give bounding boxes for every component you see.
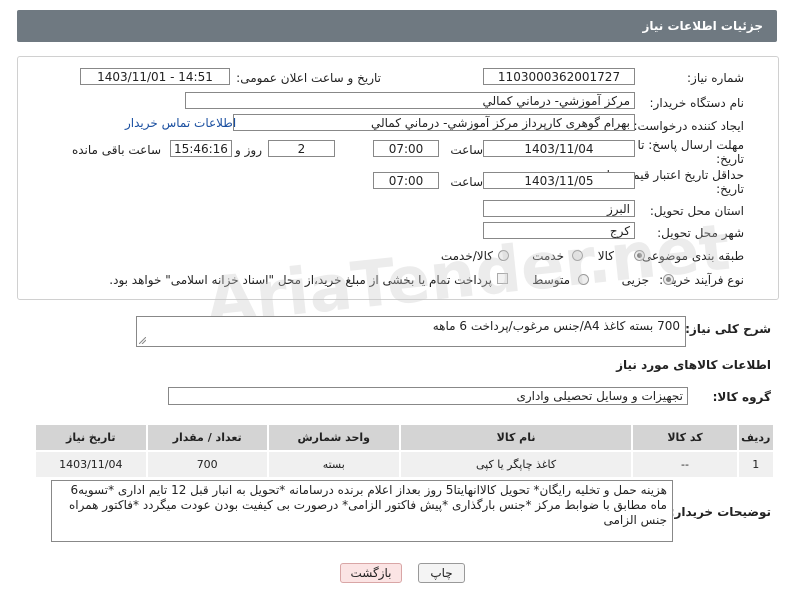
category-option-service: خدمت — [532, 249, 564, 263]
buyer-org-field: مرکز آموزشي- درماني کمالي — [185, 92, 635, 109]
announce-datetime-field: 1403/11/01 - 14:51 — [80, 68, 230, 85]
buyer-notes-textarea: هزینه حمل و تخلیه رایگان* تحویل کالاانها… — [51, 480, 673, 542]
col-goods-name: نام کالا — [398, 423, 634, 452]
reply-deadline-days-field: 2 — [268, 140, 335, 157]
requester-label: ایجاد کننده درخواست: — [633, 119, 744, 133]
category-option-goods: کالا — [597, 249, 614, 263]
treasury-payment-checkbox[interactable] — [497, 273, 508, 284]
province-label: استان محل تحویل: — [649, 204, 744, 218]
cell-row-number: 1 — [736, 450, 776, 479]
col-quantity: تعداد / مقدار — [145, 423, 269, 452]
col-row-number: ردیف — [736, 423, 776, 452]
description-text: 700 بسته کاغذ A4/جنس مرغوب/پرداخت 6 ماهه — [432, 319, 680, 333]
print-button[interactable]: چاپ — [418, 563, 465, 583]
reply-deadline-time-label: ساعت — [450, 143, 483, 157]
remaining-time-field: 15:46:16 — [170, 140, 232, 157]
buyer-org-label: نام دستگاه خریدار: — [649, 96, 745, 110]
category-radio-service[interactable] — [572, 250, 583, 261]
cell-need-date: 1403/11/04 — [34, 450, 148, 479]
buyer-contact-link[interactable]: اطلاعات تماس خریدار — [125, 116, 236, 130]
table-row: 1 -- کاغذ چاپگر یا کپی بسته 700 1403/11/… — [34, 450, 776, 479]
description-textarea: 700 بسته کاغذ A4/جنس مرغوب/پرداخت 6 ماهه — [136, 316, 686, 347]
reply-deadline-days-label: روز و — [235, 143, 262, 157]
process-radio-minor[interactable] — [663, 274, 674, 285]
province-field: البرز — [483, 200, 635, 217]
city-label: شهر محل تحویل: — [657, 226, 744, 240]
price-validity-time-label: ساعت — [450, 175, 483, 189]
price-validity-label-2: تاریخ: — [716, 182, 744, 196]
col-need-date: تاریخ نیاز — [34, 423, 148, 452]
price-validity-time-field: 07:00 — [373, 172, 439, 189]
category-radio-goods-service[interactable] — [498, 250, 509, 261]
goods-group-field: تجهیزات و وسایل تحصیلی واداری — [168, 387, 688, 405]
goods-info-title: اطلاعات کالاهای مورد نیاز — [616, 358, 771, 372]
process-option-minor: جزیی — [621, 273, 649, 287]
page-header: جزئیات اطلاعات نیاز — [17, 10, 777, 42]
cell-goods-code: -- — [631, 450, 739, 479]
col-unit: واحد شمارش — [266, 423, 401, 452]
need-number-field: 1103000362001727 — [483, 68, 635, 85]
goods-table-header: ردیف کد کالا نام کالا واحد شمارش تعداد /… — [34, 423, 776, 452]
remaining-time-label: ساعت باقی مانده — [71, 143, 161, 157]
price-validity-date-field: 1403/11/05 — [483, 172, 635, 189]
goods-group-label: گروه کالا: — [712, 390, 771, 404]
category-label: طبقه بندی موضوعی: — [637, 249, 744, 263]
process-option-medium: متوسط — [532, 273, 570, 287]
requester-field: بهرام گوهری کارپرداز مرکز آموزشي- درماني… — [233, 114, 635, 131]
description-label: شرح کلی نیاز: — [685, 322, 771, 336]
cell-goods-name: کاغذ چاپگر یا کپی — [398, 450, 634, 479]
announce-datetime-label: تاریخ و ساعت اعلان عمومی: — [236, 71, 381, 85]
treasury-payment-note: پرداخت تمام یا بخشی از مبلغ خرید،از محل … — [109, 273, 492, 287]
resize-grip-icon[interactable] — [139, 337, 146, 344]
page-title: جزئیات اطلاعات نیاز — [642, 19, 763, 33]
category-radio-goods[interactable] — [634, 250, 645, 261]
back-button[interactable]: بازگشت — [340, 563, 402, 583]
col-goods-code: کد کالا — [631, 423, 739, 452]
buyer-notes-label: توضیحات خریدار: — [669, 505, 771, 519]
cell-quantity: 700 — [145, 450, 269, 479]
buyer-notes-text: هزینه حمل و تخلیه رایگان* تحویل کالاانها… — [68, 483, 667, 527]
process-radio-medium[interactable] — [578, 274, 589, 285]
category-option-goods-service: کالا/خدمت — [440, 249, 493, 263]
city-field: کرج — [483, 222, 635, 239]
need-number-label: شماره نیاز: — [687, 71, 744, 85]
reply-deadline-label: مهلت ارسال پاسخ: تا — [637, 138, 744, 152]
reply-deadline-date-field: 1403/11/04 — [483, 140, 635, 157]
cell-unit: بسته — [266, 450, 401, 479]
reply-deadline-label-2: تاریخ: — [716, 152, 744, 166]
reply-deadline-time-field: 07:00 — [373, 140, 439, 157]
goods-table: ردیف کد کالا نام کالا واحد شمارش تعداد /… — [34, 423, 776, 479]
